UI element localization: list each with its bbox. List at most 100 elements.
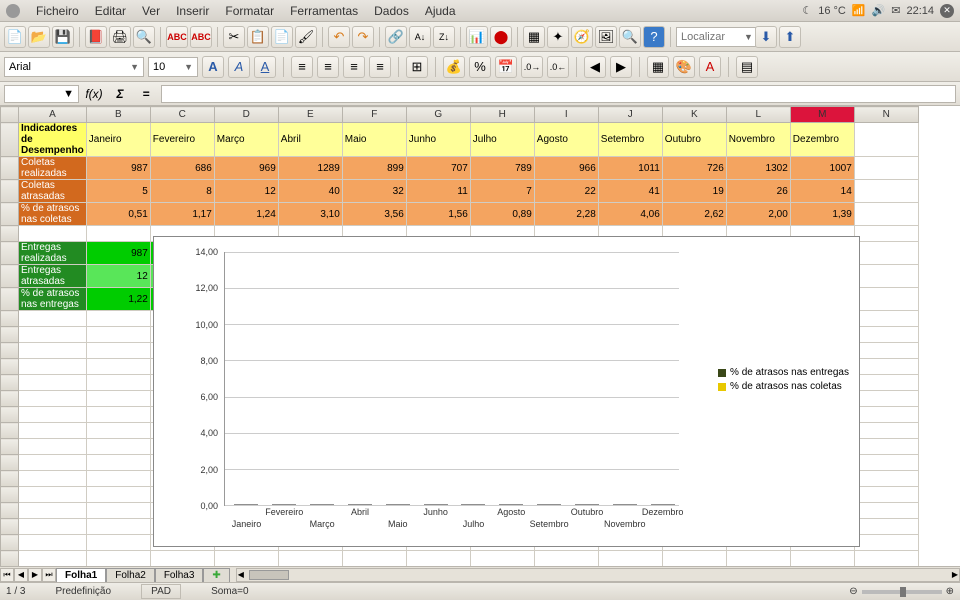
date-icon[interactable]: 📅 [495, 56, 517, 78]
cell[interactable]: Junho [406, 123, 470, 157]
row-header[interactable] [1, 519, 19, 535]
cell[interactable] [854, 242, 918, 265]
cell[interactable] [19, 535, 87, 551]
cell[interactable]: 32 [342, 180, 406, 203]
cell[interactable] [726, 551, 790, 567]
cell[interactable] [598, 551, 662, 567]
sort-desc-icon[interactable]: Z↓ [433, 26, 455, 48]
cell[interactable] [534, 551, 598, 567]
cell[interactable]: 789 [470, 157, 534, 180]
zoom-control[interactable]: ⊖ ⊕ [849, 586, 954, 597]
menu-help[interactable]: Ajuda [417, 2, 464, 20]
row-header[interactable] [1, 503, 19, 519]
cell[interactable]: 5 [86, 180, 150, 203]
row-header[interactable] [1, 471, 19, 487]
cell[interactable]: 2,28 [534, 203, 598, 226]
row-header[interactable] [1, 407, 19, 423]
col-header[interactable]: K [662, 107, 726, 123]
cell[interactable]: 2,62 [662, 203, 726, 226]
cell[interactable]: 899 [342, 157, 406, 180]
cell[interactable]: Agosto [534, 123, 598, 157]
embedded-chart[interactable]: 0,002,004,006,008,0010,0012,0014,00 Jane… [153, 236, 860, 547]
cell[interactable] [86, 503, 150, 519]
status-pad[interactable]: PAD [141, 584, 181, 599]
cell[interactable] [854, 327, 918, 343]
styles-icon[interactable]: ✦ [547, 26, 569, 48]
cell[interactable] [854, 343, 918, 359]
zoom-out-icon[interactable]: ⊖ [849, 586, 857, 597]
new-icon[interactable]: 📄 [4, 26, 26, 48]
cell[interactable] [854, 455, 918, 471]
menu-insert[interactable]: Inserir [168, 2, 217, 20]
row-header[interactable] [1, 391, 19, 407]
cell[interactable]: 3,56 [342, 203, 406, 226]
currency-icon[interactable]: 💰 [443, 56, 465, 78]
col-header[interactable]: C [150, 107, 214, 123]
hyperlink-icon[interactable]: 🔗 [385, 26, 407, 48]
cell[interactable] [278, 551, 342, 567]
cell[interactable] [854, 375, 918, 391]
cell[interactable]: 19 [662, 180, 726, 203]
cell[interactable] [854, 288, 918, 311]
cell[interactable] [86, 375, 150, 391]
cell[interactable]: Fevereiro [150, 123, 214, 157]
col-header[interactable]: B [86, 107, 150, 123]
row-header[interactable] [1, 327, 19, 343]
row-header[interactable] [1, 180, 19, 203]
cell[interactable] [86, 423, 150, 439]
cell[interactable]: 1,39 [790, 203, 854, 226]
cell[interactable]: 726 [662, 157, 726, 180]
cell[interactable]: 2,00 [726, 203, 790, 226]
volume-icon[interactable]: 🔊 [872, 4, 886, 17]
cell[interactable]: 3,10 [278, 203, 342, 226]
sum-icon[interactable]: Σ [109, 85, 131, 103]
row-header[interactable] [1, 242, 19, 265]
font-color-icon[interactable]: A [699, 56, 721, 78]
cell[interactable] [19, 503, 87, 519]
col-header[interactable]: J [598, 107, 662, 123]
col-header[interactable]: F [342, 107, 406, 123]
cell[interactable] [854, 519, 918, 535]
cell[interactable] [86, 535, 150, 551]
cell[interactable] [854, 423, 918, 439]
cell[interactable]: 7 [470, 180, 534, 203]
redo-icon[interactable]: ↷ [352, 26, 374, 48]
col-header[interactable]: A [19, 107, 87, 123]
row-header[interactable] [1, 343, 19, 359]
zoom-in-icon[interactable]: ⊕ [946, 586, 954, 597]
help-icon[interactable]: ? [643, 26, 665, 48]
sheet-tab-2[interactable]: Folha2 [106, 568, 155, 582]
cell[interactable]: 1011 [598, 157, 662, 180]
row-header[interactable] [1, 203, 19, 226]
col-header[interactable]: N [854, 107, 918, 123]
cell[interactable]: 0,51 [86, 203, 150, 226]
cell[interactable]: 12 [214, 180, 278, 203]
format-paintbrush-icon[interactable]: 🖌 [295, 26, 317, 48]
search-up-icon[interactable]: ⬆ [779, 26, 801, 48]
sheet-tab-1[interactable]: Folha1 [56, 568, 106, 582]
remove-decimal-icon[interactable]: .0← [547, 56, 569, 78]
cell[interactable] [406, 551, 470, 567]
font-name-combo[interactable]: Arial▼ [4, 57, 144, 77]
cell[interactable] [854, 439, 918, 455]
grid-lines-icon[interactable]: ▤ [736, 56, 758, 78]
cell[interactable]: 966 [534, 157, 598, 180]
menu-data[interactable]: Dados [366, 2, 417, 20]
font-size-combo[interactable]: 10▼ [148, 57, 198, 77]
borders-icon[interactable]: ▦ [647, 56, 669, 78]
cell[interactable] [790, 551, 854, 567]
cell[interactable]: 1302 [726, 157, 790, 180]
cell[interactable]: Outubro [662, 123, 726, 157]
undo-icon[interactable]: ↶ [328, 26, 350, 48]
cell[interactable]: 1,24 [214, 203, 278, 226]
cell[interactable] [86, 455, 150, 471]
cell[interactable] [19, 487, 87, 503]
cell[interactable]: 1,56 [406, 203, 470, 226]
cell[interactable] [19, 327, 87, 343]
bold-icon[interactable]: A [202, 56, 224, 78]
cell[interactable] [854, 503, 918, 519]
menu-view[interactable]: Ver [134, 2, 168, 20]
row-header[interactable] [1, 265, 19, 288]
cell[interactable]: 1007 [790, 157, 854, 180]
cell[interactable] [86, 519, 150, 535]
